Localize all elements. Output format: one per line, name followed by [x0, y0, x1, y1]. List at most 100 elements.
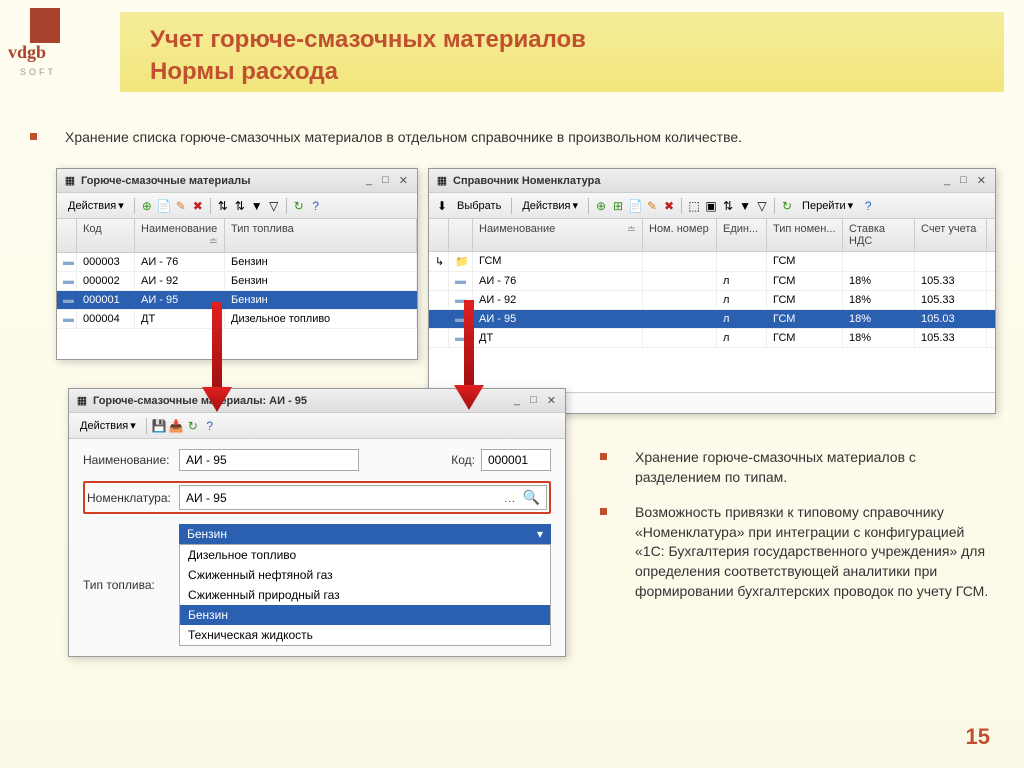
delete-icon[interactable]: ✖ [662, 199, 676, 213]
edit-icon[interactable]: ✎ [645, 199, 659, 213]
actions-dropdown[interactable]: Действия ▾ [75, 417, 141, 434]
label-nom: Номенклатура: [87, 491, 179, 505]
magnifier-icon[interactable]: 🔍 [523, 489, 540, 506]
goto-dropdown[interactable]: Перейти ▾ [797, 197, 858, 214]
help-icon[interactable]: ? [203, 419, 217, 433]
window3-title: Горюче-смазочные материалы: АИ - 95 [93, 395, 511, 407]
dropdown-option[interactable]: Сжиженный нефтяной газ [180, 565, 550, 585]
table-row[interactable]: ▬ 000004 ДТ Дизельное топливо [57, 310, 417, 329]
bullet-row: Возможность привязки к типовому справочн… [600, 503, 990, 601]
page-title-2: Нормы расхода [150, 58, 974, 86]
dropdown-option[interactable]: Бензин [180, 605, 550, 625]
window3-titlebar[interactable]: ▦ Горюче-смазочные материалы: АИ - 95 _ … [69, 389, 565, 413]
refresh-icon[interactable]: ↻ [186, 419, 200, 433]
edit-icon[interactable]: ✎ [174, 199, 188, 213]
label-name: Наименование: [83, 453, 179, 467]
filter3-icon[interactable]: ▼ [250, 199, 264, 213]
type-dropdown: Дизельное топливоСжиженный нефтяной газС… [179, 544, 551, 646]
col-nom[interactable]: Ном. номер [643, 219, 717, 251]
select-button[interactable]: Выбрать [452, 198, 506, 214]
row-item-icon: ▬ [449, 291, 473, 309]
window1-toolbar: Действия ▾ ⊕ 📄 ✎ ✖ ⇅ ⇅ ▼ ▽ ↻ ? [57, 193, 417, 219]
name-field[interactable] [179, 449, 359, 471]
actions-dropdown[interactable]: Действия ▾ [517, 197, 583, 214]
maximize-icon[interactable]: □ [379, 174, 392, 187]
intro-bullet-row: Хранение списка горюче-смазочных материа… [30, 128, 994, 148]
lookup-icon[interactable]: … [501, 491, 519, 505]
minimize-icon[interactable]: _ [941, 174, 953, 187]
add-folder-icon[interactable]: ⊞ [611, 199, 625, 213]
grid-icon: ▦ [75, 394, 89, 408]
table-row[interactable]: ▬ 000003 АИ - 76 Бензин [57, 253, 417, 272]
col-acc[interactable]: Счет учета [915, 219, 987, 251]
dropdown-option[interactable]: Техническая жидкость [180, 625, 550, 645]
window-nomenclature: ▦ Справочник Номенклатура _ □ ✕ ⬇ Выбрат… [428, 168, 996, 414]
label-code: Код: [435, 453, 475, 467]
window1-titlebar[interactable]: ▦ Горюче-смазочные материалы _ □ ✕ [57, 169, 417, 193]
filter2-icon[interactable]: ⇅ [233, 199, 247, 213]
bullet-icon [600, 508, 607, 515]
save-icon[interactable]: 💾 [152, 419, 166, 433]
table-row[interactable]: ▬ АИ - 92 л ГСМ 18% 105.33 [429, 291, 995, 310]
col-code[interactable]: Код [77, 219, 135, 252]
hier2-icon[interactable]: ▣ [704, 199, 718, 213]
table-row[interactable]: ▬ ДТ л ГСМ 18% 105.33 [429, 329, 995, 348]
select-icon[interactable]: ⬇ [435, 199, 449, 213]
add-icon[interactable]: ⊕ [140, 199, 154, 213]
maximize-icon[interactable]: □ [527, 394, 540, 407]
col-unit[interactable]: Един... [717, 219, 767, 251]
filter2-icon[interactable]: ▽ [755, 199, 769, 213]
page-title-1: Учет горюче-смазочных материалов [150, 26, 974, 54]
minimize-icon[interactable]: _ [363, 174, 375, 187]
close-icon[interactable]: ✕ [544, 394, 559, 407]
row-item-icon: ▬ [449, 310, 473, 328]
delete-icon[interactable]: ✖ [191, 199, 205, 213]
folder-icon: 📁 [449, 252, 473, 271]
nom-field[interactable]: АИ - 95 … 🔍 [179, 485, 547, 510]
hier3-icon[interactable]: ⇅ [721, 199, 735, 213]
table-row[interactable]: ▬ АИ - 76 л ГСМ 18% 105.33 [429, 272, 995, 291]
chevron-down-icon: ▾ [537, 527, 543, 541]
row-item-icon: ▬ [57, 291, 77, 309]
copy-icon[interactable]: 📄 [157, 199, 171, 213]
col-name[interactable]: Наименование ≐ [473, 219, 643, 251]
type-selected[interactable]: Бензин ▾ [179, 524, 551, 544]
bullet-text: Возможность привязки к типовому справочн… [635, 503, 990, 601]
help-icon[interactable]: ? [309, 199, 323, 213]
copy-icon[interactable]: 📄 [628, 199, 642, 213]
window2-title: Справочник Номенклатура [453, 175, 941, 187]
col-name[interactable]: Наименование ≐ [135, 219, 225, 252]
table-row[interactable]: ▬ 000001 АИ - 95 Бензин [57, 291, 417, 310]
add-icon[interactable]: ⊕ [594, 199, 608, 213]
dropdown-option[interactable]: Дизельное топливо [180, 545, 550, 565]
row-item-icon: ▬ [449, 272, 473, 290]
save-close-icon[interactable]: 📥 [169, 419, 183, 433]
help-icon[interactable]: ? [861, 199, 875, 213]
filter1-icon[interactable]: ⇅ [216, 199, 230, 213]
dropdown-option[interactable]: Сжиженный природный газ [180, 585, 550, 605]
row-item-icon: ▬ [57, 253, 77, 271]
close-icon[interactable]: ✕ [974, 174, 989, 187]
minimize-icon[interactable]: _ [511, 394, 523, 407]
page-number: 15 [966, 724, 990, 750]
col-vat[interactable]: Ставка НДС [843, 219, 915, 251]
col-typenom[interactable]: Тип номен... [767, 219, 843, 251]
table-row-folder[interactable]: ↳ 📁 ГСМ ГСМ [429, 252, 995, 272]
row-item-icon: ▬ [57, 272, 77, 290]
filter-icon[interactable]: ▼ [738, 199, 752, 213]
close-icon[interactable]: ✕ [396, 174, 411, 187]
intro-bullet-text: Хранение списка горюче-смазочных материа… [65, 128, 742, 148]
refresh-icon[interactable]: ↻ [292, 199, 306, 213]
maximize-icon[interactable]: □ [957, 174, 970, 187]
bullet-row: Хранение горюче-смазочных материалов с р… [600, 448, 990, 487]
code-field[interactable] [481, 449, 551, 471]
hier1-icon[interactable]: ⬚ [687, 199, 701, 213]
col-type[interactable]: Тип топлива [225, 219, 417, 252]
table-row[interactable]: ▬ АИ - 95 л ГСМ 18% 105.03 [429, 310, 995, 329]
window2-titlebar[interactable]: ▦ Справочник Номенклатура _ □ ✕ [429, 169, 995, 193]
table-row[interactable]: ▬ 000002 АИ - 92 Бензин [57, 272, 417, 291]
filter4-icon[interactable]: ▽ [267, 199, 281, 213]
bullet-icon [30, 133, 37, 140]
refresh-icon[interactable]: ↻ [780, 199, 794, 213]
actions-dropdown[interactable]: Действия ▾ [63, 197, 129, 214]
